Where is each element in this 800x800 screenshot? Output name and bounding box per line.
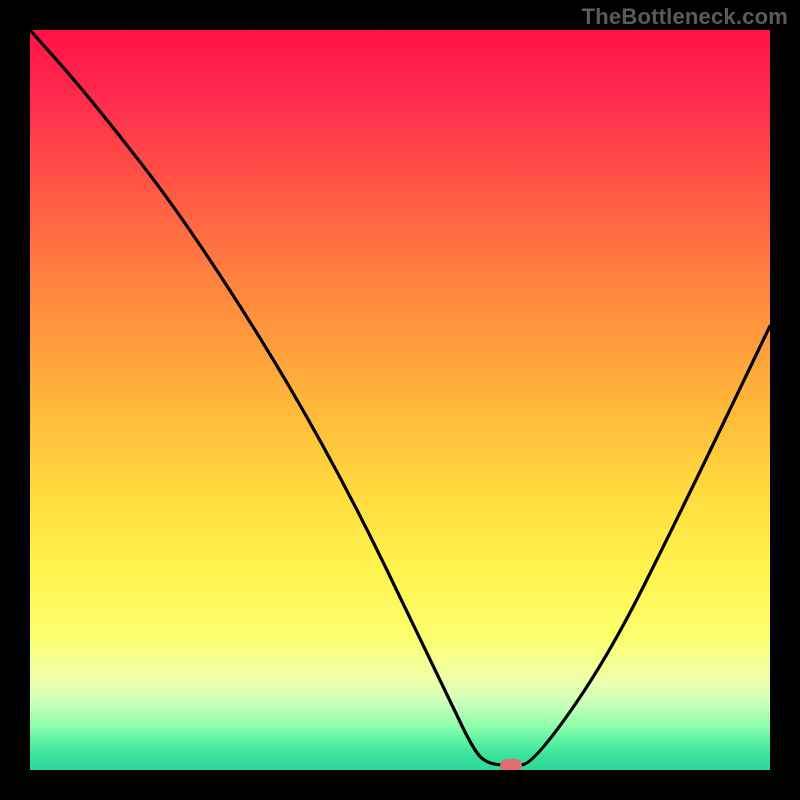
curve-path [30,30,770,765]
chart-frame: TheBottleneck.com [0,0,800,800]
optimum-marker [500,759,522,770]
plot-area [30,30,770,770]
bottleneck-curve [30,30,770,770]
watermark-text: TheBottleneck.com [582,4,788,30]
